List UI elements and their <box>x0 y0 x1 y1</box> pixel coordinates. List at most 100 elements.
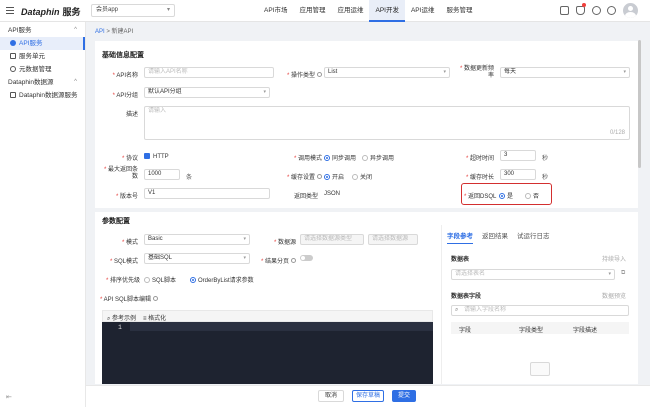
version-input[interactable]: V1 <box>144 188 270 199</box>
radio-on-icon <box>324 155 330 161</box>
sidebar-item-datasource-service[interactable]: Dataphin数据源服务 <box>0 89 85 102</box>
radio-off-icon <box>144 277 150 283</box>
tag-icon[interactable] <box>592 6 601 15</box>
mode-select[interactable]: Basic ▾ <box>144 234 250 245</box>
protocol-checkbox[interactable]: HTTP <box>144 153 169 160</box>
field-search-input[interactable]: ⌕ 请输入字段名称 <box>451 305 629 316</box>
breadcrumb-root[interactable]: API <box>95 29 105 35</box>
sql-editor[interactable]: 1 <box>102 322 433 384</box>
cache-time-input[interactable]: 300 <box>500 169 536 180</box>
priority-label: * 排序优先级 <box>105 278 140 284</box>
radio-off-icon <box>352 174 358 180</box>
nav-app-management[interactable]: 应用管理 <box>293 0 331 22</box>
tab-field-reference[interactable]: 字段参考 <box>447 230 473 244</box>
cache-off-radio[interactable]: 关闭 <box>352 172 372 181</box>
clipboard-icon[interactable] <box>560 6 569 15</box>
protocol-label: * 协议 <box>121 156 138 162</box>
chevron-down-icon: ▾ <box>608 271 611 277</box>
nav-api-ops[interactable]: API运维 <box>405 0 440 22</box>
info-icon <box>153 296 159 301</box>
chevron-up-icon: ^ <box>74 27 77 33</box>
menu-icon[interactable] <box>6 7 14 14</box>
editor-toolbar: ⌕ 参考示例 ≡ 格式化 <box>102 310 433 322</box>
dsql-yes-radio[interactable]: 是 <box>499 191 513 200</box>
info-icon <box>317 174 322 179</box>
radio-on-icon <box>324 174 330 180</box>
api-name-label: * API名称 <box>112 73 138 79</box>
chevron-down-icon: ▾ <box>243 255 246 261</box>
desc-textarea[interactable]: 请输入 0/128 <box>144 106 630 140</box>
right-panel-tabs: 字段参考 返回结果 试运行日志 <box>447 230 559 244</box>
checkbox-checked-icon <box>144 153 150 159</box>
datasource-select[interactable]: 请选择数据源 <box>368 234 418 245</box>
copy-icon[interactable]: ⧉ <box>621 270 625 277</box>
help-icon[interactable] <box>607 6 616 15</box>
priority-sql-radio[interactable]: SQL脚本 <box>144 275 176 284</box>
unit-icon <box>10 53 16 59</box>
bell-icon[interactable] <box>576 6 585 15</box>
sidebar: API服务 ^ API服务 服务单元 元数据管理 Dataphin数据源 ^ Dat… <box>0 22 86 407</box>
footer-bar: 取消 保存草稿 提交 <box>86 385 650 407</box>
params-section-title: 参数配置 <box>102 218 130 225</box>
app-selector[interactable]: 会员app ▾ <box>91 4 175 17</box>
datasource-type-select[interactable]: 请选择数据源类型 <box>300 234 364 245</box>
chevron-down-icon: ▾ <box>443 69 446 75</box>
col-type: 字段类型 <box>519 328 544 334</box>
priority-orderby-radio[interactable]: OrderByList请求参数 <box>190 275 254 284</box>
sidebar-item-service-unit[interactable]: 服务单元 <box>0 50 85 63</box>
radio-on-icon <box>190 277 196 283</box>
max-return-unit: 条 <box>186 175 193 181</box>
chevron-down-icon: ▾ <box>166 7 170 13</box>
api-icon <box>10 40 16 46</box>
desc-label: 描述 <box>125 112 138 118</box>
nav-app-ops[interactable]: 应用运维 <box>331 0 369 22</box>
table-label: 数据表 <box>451 257 470 263</box>
timeout-input[interactable]: 3 <box>500 150 536 161</box>
tab-run-log[interactable]: 试运行日志 <box>517 230 550 244</box>
api-group-label: * API分组 <box>112 93 138 99</box>
table-action-link[interactable]: 持续导入 <box>602 254 626 263</box>
sql-mode-select[interactable]: 基础SQL ▾ <box>144 253 250 264</box>
format-button[interactable]: ≡ 格式化 <box>143 313 166 322</box>
table-select[interactable]: 请选择表名 ▾ <box>451 269 615 280</box>
toggle-off-icon <box>300 255 313 261</box>
radio-off-icon <box>525 193 531 199</box>
sidebar-item-api-service[interactable]: API服务 <box>0 37 85 50</box>
update-freq-label: * 数据更新频率 <box>459 66 494 79</box>
sidebar-group-datasource[interactable]: Dataphin数据源 ^ <box>0 76 85 89</box>
sidebar-group-api-service[interactable]: API服务 ^ <box>0 24 85 37</box>
chevron-down-icon: ▾ <box>623 69 626 75</box>
nav-api-dev[interactable]: API开发 <box>369 0 405 22</box>
collapse-icon[interactable]: ⇤ <box>6 393 12 401</box>
submit-button[interactable]: 提交 <box>392 390 416 402</box>
cancel-button[interactable]: 取消 <box>318 390 344 402</box>
nav-api-market[interactable]: API市场 <box>258 0 293 22</box>
avatar[interactable] <box>623 3 638 18</box>
col-field: 字段 <box>459 328 472 334</box>
api-group-select[interactable]: 默认API分组 ▾ <box>144 87 270 98</box>
update-freq-select[interactable]: 每天 ▾ <box>500 67 630 78</box>
op-type-select[interactable]: List ▾ <box>324 67 450 78</box>
nav-service-management[interactable]: 服务管理 <box>440 0 478 22</box>
scrollbar[interactable] <box>638 40 641 168</box>
return-type-value: JSON <box>324 191 341 197</box>
cache-on-radio[interactable]: 开启 <box>324 172 344 181</box>
max-return-input[interactable]: 1000 <box>144 169 180 180</box>
editor-current-line <box>130 322 433 331</box>
call-mode-sync-radio[interactable]: 同步调用 <box>324 153 356 162</box>
info-icon <box>317 72 322 77</box>
datasource-icon <box>10 92 16 98</box>
tab-return-result[interactable]: 返回结果 <box>482 230 508 244</box>
call-mode-async-radio[interactable]: 异步调用 <box>362 153 394 162</box>
paging-toggle[interactable] <box>300 255 313 262</box>
cache-label: * 缓存设置 <box>276 172 322 181</box>
empty-state-icon <box>530 362 550 376</box>
save-draft-button[interactable]: 保存草稿 <box>352 390 384 402</box>
max-return-label: * 最大返回条数 <box>103 167 138 180</box>
fields-action-link[interactable]: 数据预览 <box>602 291 626 300</box>
sidebar-item-metadata[interactable]: 元数据管理 <box>0 63 85 76</box>
top-bar: Dataphin 服务 会员app ▾ API市场 应用管理 应用运维 API开发 … <box>0 0 650 22</box>
api-name-input[interactable]: 请输入API名称 <box>144 67 274 78</box>
dsql-no-radio[interactable]: 否 <box>525 191 539 200</box>
top-nav: API市场 应用管理 应用运维 API开发 API运维 服务管理 <box>258 0 478 22</box>
